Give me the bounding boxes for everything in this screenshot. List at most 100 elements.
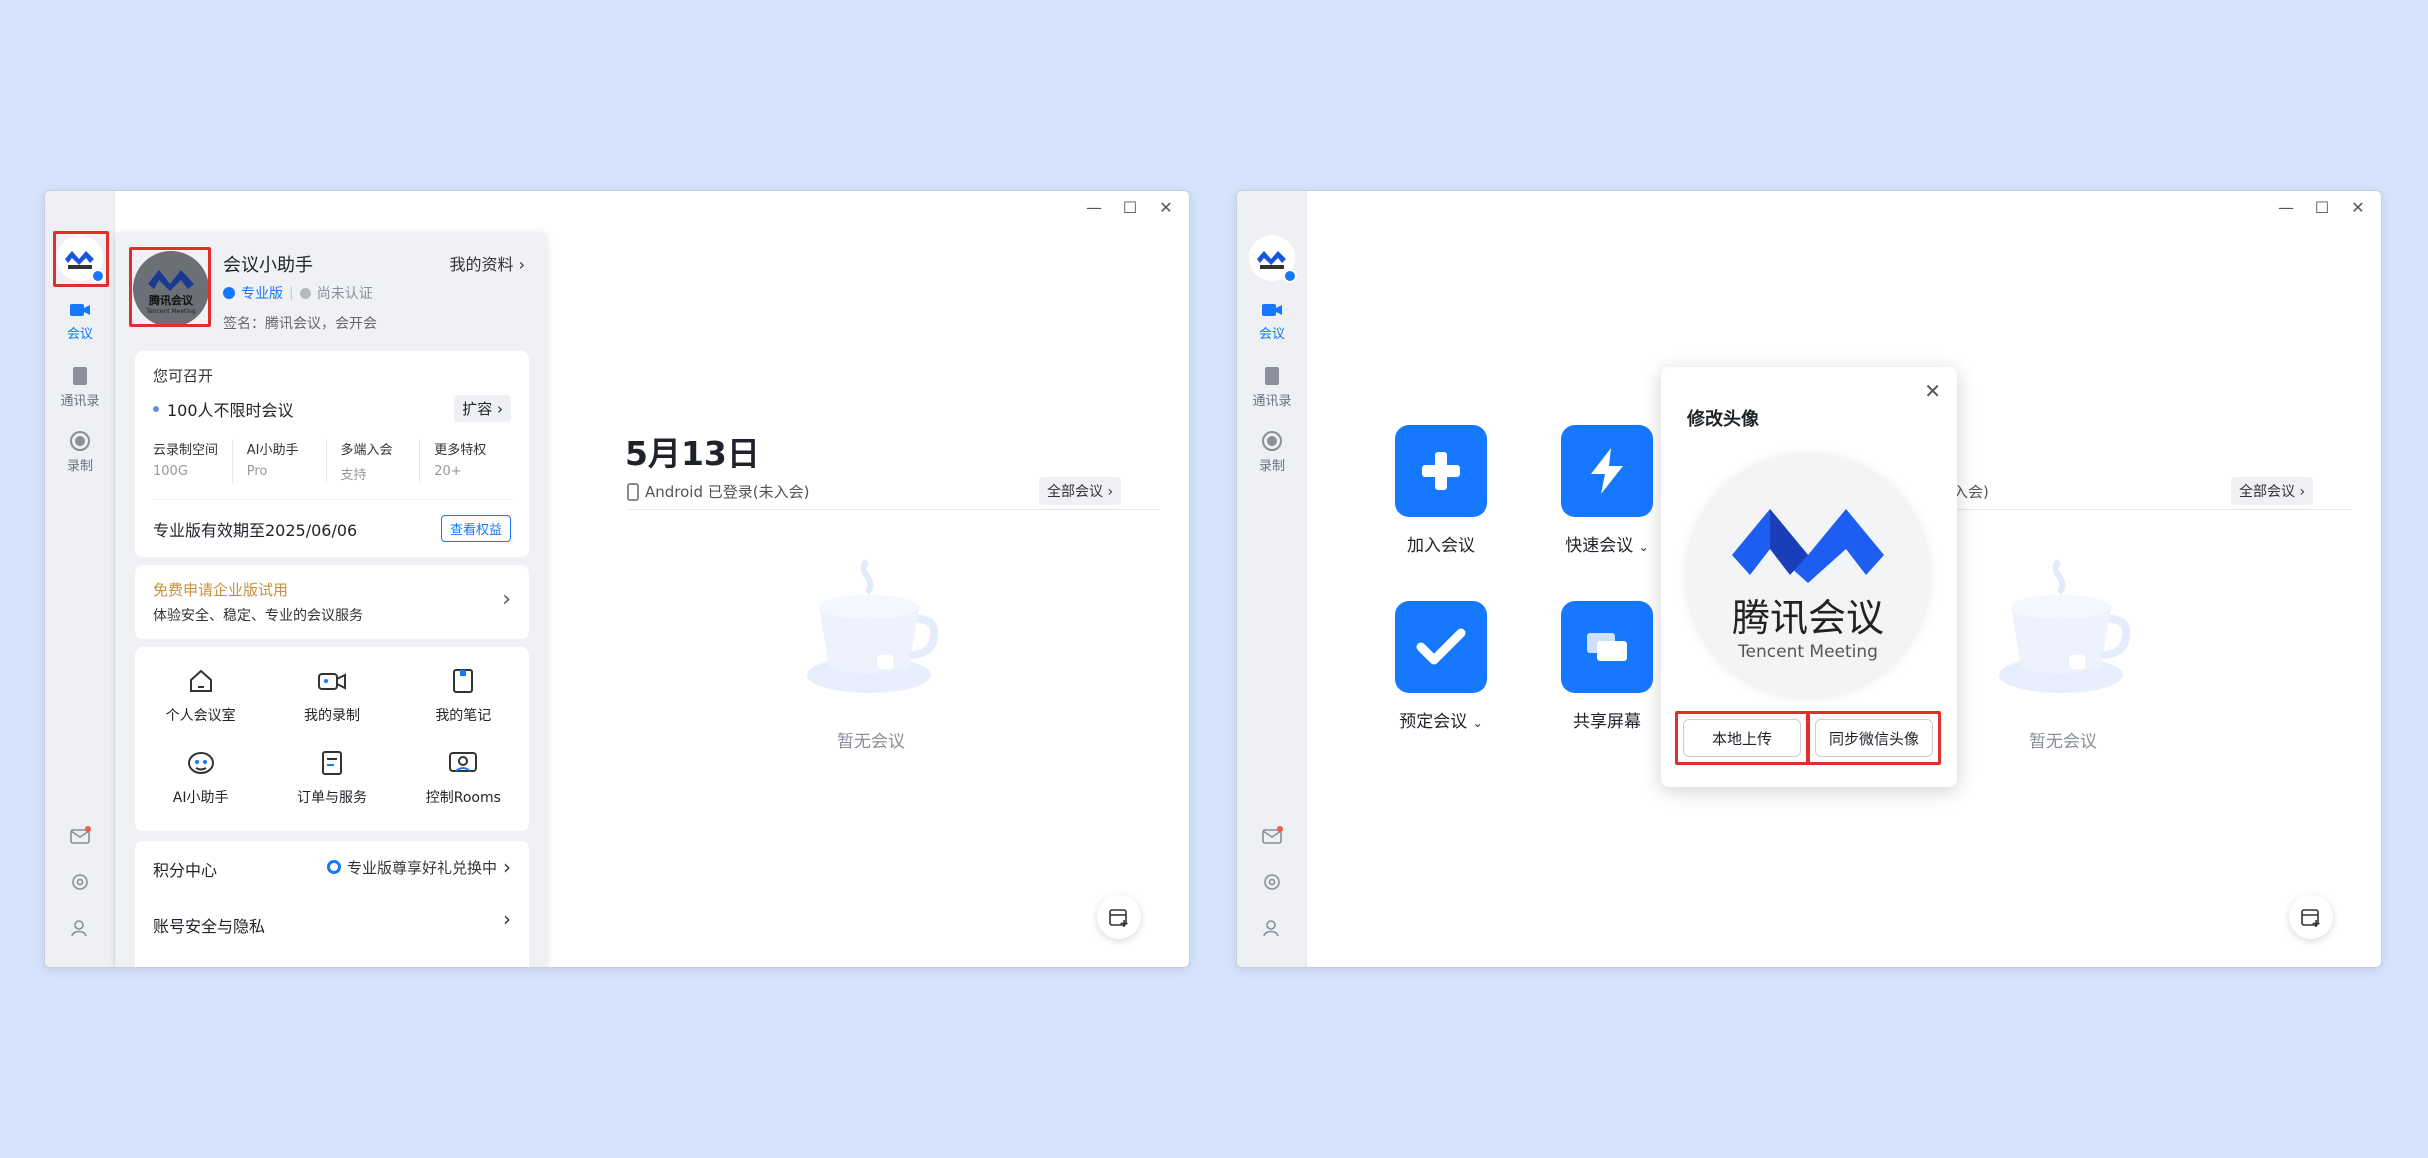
- points-promo-link[interactable]: 专业版尊享好礼兑换中 ›: [326, 855, 511, 879]
- device-status-partial: 入会): [1953, 483, 1989, 501]
- action-label: 共享屏幕: [1573, 712, 1641, 732]
- capability-heading: 您可召开: [153, 367, 214, 385]
- tool-label: 订单与服务: [296, 790, 367, 806]
- sidebar-item-contacts[interactable]: 通讯录: [45, 366, 115, 409]
- expand-button[interactable]: 扩容 ›: [454, 395, 511, 422]
- sidebar-item-label: 通讯录: [60, 394, 100, 409]
- minimize-button[interactable]: —: [2271, 197, 2301, 217]
- tool-ai-assistant[interactable]: AI小助手: [135, 749, 266, 807]
- tool-my-notes[interactable]: 我的笔记: [398, 667, 529, 725]
- record-icon: [1262, 431, 1282, 451]
- feature-grid: 云录制空间 100G AI小助手 Pro 多端入会 支持 更多特权 20+: [153, 439, 513, 483]
- sidebar-item-label: 录制: [66, 459, 93, 474]
- feature-item: 更多特权 20+: [420, 439, 513, 483]
- sidebar-item-recordings[interactable]: 录制: [1237, 431, 1307, 474]
- sidebar-item-contacts[interactable]: 通讯录: [1237, 366, 1307, 409]
- all-meetings-label: 全部会议: [2239, 484, 2295, 500]
- tool-my-recordings[interactable]: 我的录制: [266, 667, 397, 725]
- all-meetings-button[interactable]: 全部会议 ›: [2231, 477, 2314, 505]
- feature-title: 多端入会: [340, 443, 393, 458]
- today-date: 5月13日: [625, 434, 760, 473]
- chevron-down-icon[interactable]: ⌄: [1473, 716, 1483, 730]
- view-rights-button[interactable]: 查看权益: [440, 515, 511, 542]
- share-screen-button[interactable]: 共享屏幕: [1537, 601, 1677, 732]
- profile-badges: 专业版 | 尚未认证: [223, 283, 373, 303]
- feature-title: 云录制空间: [153, 443, 219, 458]
- device-status-text: Android 已登录(未入会): [645, 483, 810, 501]
- gear-icon[interactable]: [69, 871, 91, 893]
- verification-status[interactable]: 尚未认证: [317, 283, 373, 303]
- phone-icon: [627, 482, 639, 501]
- left-app-window: — ☐ ✕ 会议 通讯录 录制 腾讯会议 Tencent Meeting 会议小…: [44, 190, 1190, 968]
- maximize-button[interactable]: ☐: [2307, 197, 2337, 217]
- join-meeting-button[interactable]: 加入会议: [1371, 425, 1511, 556]
- window-controls: — ☐ ✕: [2271, 197, 2373, 217]
- feature-value: Pro: [246, 464, 268, 479]
- close-icon[interactable]: ✕: [1924, 379, 1941, 403]
- my-profile-label: 我的资料: [449, 255, 514, 274]
- sidebar-item-meetings[interactable]: 会议: [1237, 301, 1307, 342]
- sidebar-item-meetings[interactable]: 会议: [45, 301, 115, 342]
- check-icon: [1416, 628, 1466, 665]
- account-security-label[interactable]: 账号安全与隐私: [153, 913, 265, 937]
- calendar-add-button[interactable]: [2289, 895, 2333, 939]
- pro-edition-icon: [223, 287, 235, 299]
- tool-control-rooms[interactable]: 控制Rooms: [398, 749, 529, 807]
- rooms-icon: [449, 752, 478, 772]
- calendar-add-button[interactable]: [1097, 895, 1141, 939]
- close-button[interactable]: ✕: [2343, 197, 2373, 217]
- mail-icon[interactable]: [1261, 825, 1283, 847]
- expand-label: 扩容: [462, 400, 493, 418]
- action-label: 快速会议: [1565, 536, 1634, 556]
- contacts-book-icon: [73, 367, 87, 385]
- points-center-label[interactable]: 积分中心: [153, 857, 217, 881]
- record-icon: [70, 431, 90, 451]
- tool-personal-room[interactable]: 个人会议室: [135, 667, 266, 725]
- profile-panel: 腾讯会议 Tencent Meeting 会议小助手 我的资料 › 专业版 | …: [115, 233, 547, 967]
- enterprise-trial-card[interactable]: 免费申请企业版试用 体验安全、稳定、专业的会议服务 ›: [135, 565, 529, 639]
- mail-icon[interactable]: [69, 825, 91, 847]
- schedule-meeting-button[interactable]: 预定会议 ⌄: [1371, 601, 1511, 732]
- video-camera-icon: [1262, 304, 1282, 316]
- highlight-box-profile-avatar: [129, 247, 211, 327]
- quick-meeting-tile: [1561, 425, 1653, 517]
- user-icon[interactable]: [1261, 917, 1283, 939]
- divider: [1953, 509, 2351, 510]
- join-meeting-tile: [1395, 425, 1487, 517]
- close-button[interactable]: ✕: [1151, 197, 1181, 217]
- chevron-down-icon[interactable]: ⌄: [1639, 540, 1649, 554]
- my-profile-link[interactable]: 我的资料 ›: [449, 251, 525, 275]
- tool-label: 个人会议室: [165, 708, 236, 724]
- bullet-icon: [153, 406, 159, 412]
- feature-value: 100G: [153, 464, 188, 479]
- maximize-button[interactable]: ☐: [1115, 197, 1145, 217]
- empty-cup-illustration: [807, 558, 939, 693]
- change-avatar-dialog: 修改头像 ✕ 腾讯会议 Tencent Meeting 本地上传 同步微信头像: [1661, 367, 1957, 787]
- minimize-button[interactable]: —: [1079, 197, 1109, 217]
- chevron-right-icon: ›: [503, 907, 511, 931]
- chevron-right-icon: ›: [502, 587, 511, 612]
- tool-orders-services[interactable]: 订单与服务: [266, 749, 397, 807]
- gear-icon[interactable]: [1261, 871, 1283, 893]
- calendar-add-icon: [2301, 909, 2320, 927]
- all-meetings-label: 全部会议: [1047, 484, 1103, 500]
- tool-label: 我的录制: [303, 708, 360, 724]
- quick-meeting-button[interactable]: 快速会议 ⌄: [1537, 425, 1677, 556]
- user-avatar-button[interactable]: [1249, 235, 1297, 283]
- all-meetings-button[interactable]: 全部会议 ›: [1039, 477, 1122, 505]
- user-icon[interactable]: [69, 917, 91, 939]
- edition-badge-icon: [1283, 269, 1297, 283]
- sidebar-item-label: 会议: [66, 327, 93, 342]
- chevron-right-icon: ›: [503, 855, 511, 879]
- profile-signature[interactable]: 签名：腾讯会议，会开会: [223, 313, 377, 333]
- sidebar-item-recordings[interactable]: 录制: [45, 431, 115, 474]
- chevron-right-icon: ›: [518, 255, 525, 274]
- edition-label[interactable]: 专业版: [241, 283, 283, 303]
- video-camera-icon: [70, 304, 90, 316]
- points-icon: [326, 860, 341, 874]
- contacts-book-icon: [1265, 367, 1279, 385]
- tool-label: 我的笔记: [435, 708, 492, 724]
- tools-card: 个人会议室 我的录制 我的笔记 AI小助手 订单与服务 控制Rooms: [135, 647, 529, 831]
- plus-icon: [1422, 452, 1460, 490]
- screen-share-icon: [1587, 633, 1627, 661]
